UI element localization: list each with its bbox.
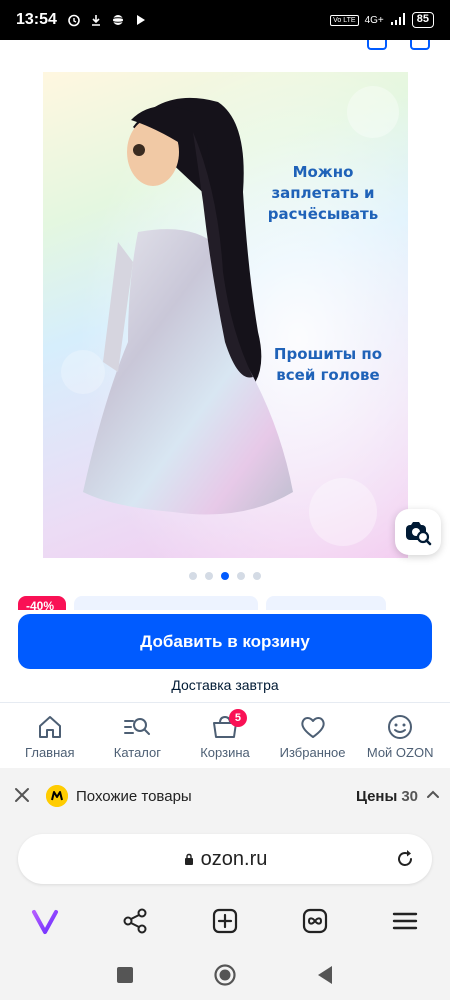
download-icon	[89, 13, 103, 27]
battery-level: 85	[411, 12, 434, 28]
system-navigation	[0, 954, 450, 1000]
recents-icon[interactable]	[116, 966, 134, 989]
signal-icon	[390, 12, 406, 29]
product-image[interactable]: Можно заплетать и расчёсывать Прошиты по…	[43, 72, 408, 558]
bookmark-icon[interactable]	[410, 40, 430, 50]
nav-label-home: Главная	[25, 745, 75, 760]
photo-search-icon	[406, 522, 432, 546]
cart-count-badge: 5	[228, 709, 247, 727]
chevron-up-icon	[426, 787, 440, 805]
play-icon	[133, 13, 147, 27]
home-icon	[36, 713, 64, 741]
gallery-dot[interactable]	[237, 572, 245, 580]
price-badges-row: -40%	[0, 596, 450, 610]
nav-item-cart[interactable]: 5 Корзина	[182, 703, 268, 768]
home-circle-icon[interactable]	[214, 963, 236, 991]
address-bar[interactable]: ozon.ru	[18, 834, 432, 884]
browser-chrome: ozon.ru	[0, 824, 450, 954]
reload-icon[interactable]	[394, 848, 416, 870]
prices-label: Цены	[355, 787, 398, 805]
gallery-dot[interactable]	[253, 572, 261, 580]
status-notification-icons	[67, 13, 147, 27]
add-to-cart-button[interactable]: Добавить в корзину	[18, 614, 432, 669]
gallery-dot-active[interactable]	[221, 572, 229, 580]
smiley-icon	[386, 713, 414, 741]
nav-item-home[interactable]: Главная	[7, 703, 93, 768]
share-icon[interactable]	[117, 903, 153, 939]
prices-toggle[interactable]: Цены 30	[356, 787, 440, 805]
browser-toolbar	[0, 898, 450, 944]
image-caption-braid: Можно заплетать и расчёсывать	[267, 163, 379, 223]
scrolled-header-peek	[0, 40, 450, 52]
status-system-icons: Vo LTE 4G+ 85	[330, 12, 434, 29]
nav-label-catalog: Каталог	[113, 745, 162, 760]
tabs-icon[interactable]	[297, 903, 333, 939]
status-bar: 13:54 Vo LTE 4G+ 85	[0, 0, 450, 40]
nav-label-favorites: Избранное	[279, 745, 346, 760]
lock-icon	[184, 853, 193, 865]
similar-products-bar[interactable]: Похожие товары Цены 30	[0, 768, 450, 824]
image-search-button[interactable]	[395, 509, 441, 555]
doll-illustration	[43, 72, 408, 558]
image-caption-sewn: Прошиты по всей голове	[273, 345, 383, 384]
alarm-icon	[67, 13, 81, 27]
back-triangle-icon[interactable]	[316, 965, 334, 990]
nav-item-profile[interactable]: Мой OZON	[357, 703, 443, 768]
catalog-search-icon	[123, 713, 151, 741]
nav-label-cart: Корзина	[200, 745, 250, 760]
network-label: 4G+	[364, 14, 384, 26]
yandex-market-logo-icon	[46, 785, 68, 807]
close-icon[interactable]	[10, 783, 34, 809]
new-tab-icon[interactable]	[207, 903, 243, 939]
gallery-dot[interactable]	[205, 572, 213, 580]
menu-icon[interactable]	[387, 903, 423, 939]
nav-item-catalog[interactable]: Каталог	[94, 703, 180, 768]
similar-products-label: Похожие товары	[76, 787, 192, 805]
bonus-badge[interactable]	[266, 596, 386, 610]
alice-assistant-icon[interactable]	[27, 903, 63, 939]
prices-count: 30	[401, 787, 418, 805]
address-url: ozon.ru	[200, 847, 268, 870]
planet-icon	[110, 13, 125, 27]
gallery-dot[interactable]	[189, 572, 197, 580]
status-time: 13:54	[16, 11, 57, 28]
nav-label-profile: Мой OZON	[366, 745, 434, 760]
volte-indicator: Vo LTE	[330, 14, 359, 26]
nav-item-favorites[interactable]: Избранное	[270, 703, 356, 768]
installment-badge[interactable]	[74, 596, 258, 610]
heart-icon	[299, 713, 327, 741]
gallery-pagination	[0, 572, 450, 580]
bottom-navigation: Главная Каталог 5 Корзина Избранное Мой …	[0, 702, 450, 768]
discount-badge: -40%	[18, 596, 66, 610]
shield-icon[interactable]	[367, 40, 387, 50]
delivery-info: Доставка завтра	[171, 677, 279, 693]
